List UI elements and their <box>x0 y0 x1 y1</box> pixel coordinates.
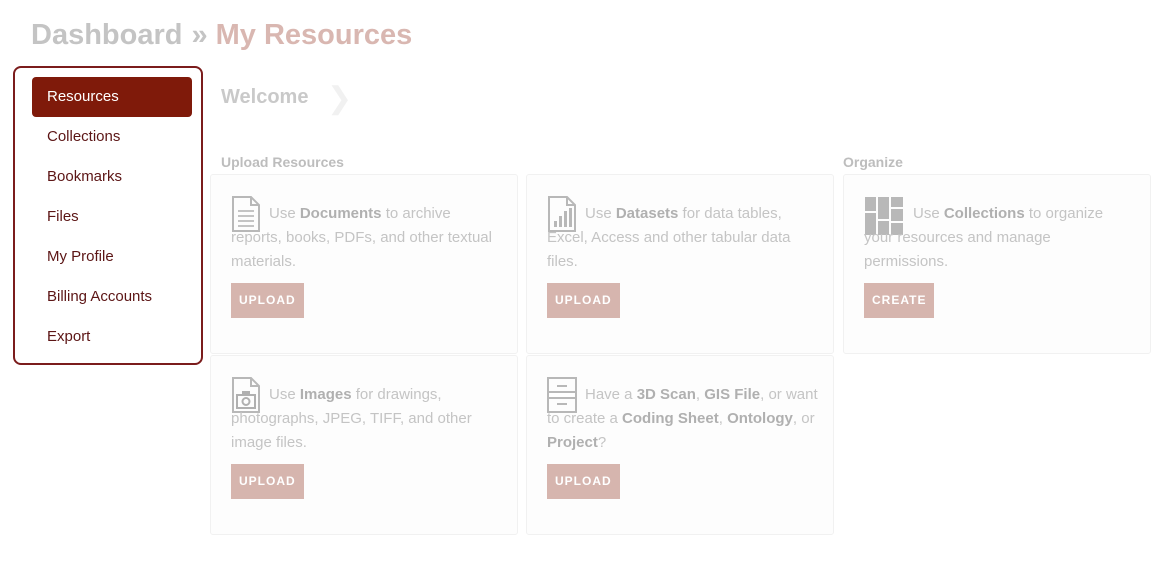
collections-link[interactable]: Collections <box>944 205 1025 222</box>
documents-link[interactable]: Documents <box>300 205 382 222</box>
images-description: Use Images for drawings, photographs, JP… <box>231 386 472 451</box>
other-resources-description: Have a 3D Scan, GIS File, or want to cre… <box>547 386 818 451</box>
documents-description: Use Documents to archive reports, books,… <box>231 205 492 270</box>
upload-datasets-button[interactable]: UPLOAD <box>547 283 620 318</box>
chevron-right-icon: ❯ <box>327 82 353 115</box>
ontology-link[interactable]: Ontology <box>727 410 793 427</box>
sidebar-item-bookmarks[interactable]: Bookmarks <box>32 157 192 197</box>
3d-scan-link[interactable]: 3D Scan <box>637 386 696 403</box>
datasets-description: Use Datasets for data tables, Excel, Acc… <box>547 205 791 270</box>
collections-card: Use Collections to organize your resourc… <box>843 174 1151 354</box>
sidebar-item-resources[interactable]: Resources <box>32 77 192 117</box>
breadcrumb: Dashboard » My Resources <box>31 19 412 52</box>
section-upload-resources: Upload Resources <box>221 154 344 170</box>
breadcrumb-separator: » <box>191 19 208 51</box>
datasets-card: Use Datasets for data tables, Excel, Acc… <box>526 174 834 354</box>
other-resources-card: Have a 3D Scan, GIS File, or want to cre… <box>526 355 834 535</box>
upload-other-button[interactable]: UPLOAD <box>547 464 620 499</box>
images-card: Use Images for drawings, photographs, JP… <box>210 355 518 535</box>
collections-description: Use Collections to organize your resourc… <box>864 205 1104 270</box>
coding-sheet-link[interactable]: Coding Sheet <box>622 410 719 427</box>
upload-images-button[interactable]: UPLOAD <box>231 464 304 499</box>
gis-file-link[interactable]: GIS File <box>704 386 760 403</box>
sidebar-item-my-profile[interactable]: My Profile <box>32 237 192 277</box>
section-organize: Organize <box>843 154 903 170</box>
page-title: My Resources <box>215 19 413 51</box>
sidebar-item-collections[interactable]: Collections <box>32 117 192 157</box>
images-link[interactable]: Images <box>300 386 352 403</box>
sidebar-nav: Resources Collections Bookmarks Files My… <box>13 66 203 365</box>
create-collection-button[interactable]: CREATE <box>864 283 935 318</box>
upload-documents-button[interactable]: UPLOAD <box>231 283 304 318</box>
project-link[interactable]: Project <box>547 434 598 451</box>
documents-card: Use Documents to archive reports, books,… <box>210 174 518 354</box>
datasets-link[interactable]: Datasets <box>616 205 679 222</box>
breadcrumb-dashboard-link[interactable]: Dashboard <box>31 19 182 51</box>
welcome-heading: Welcome <box>221 86 309 108</box>
sidebar-item-billing-accounts[interactable]: Billing Accounts <box>32 277 192 317</box>
sidebar-item-export[interactable]: Export <box>32 317 192 357</box>
sidebar-item-files[interactable]: Files <box>32 197 192 237</box>
